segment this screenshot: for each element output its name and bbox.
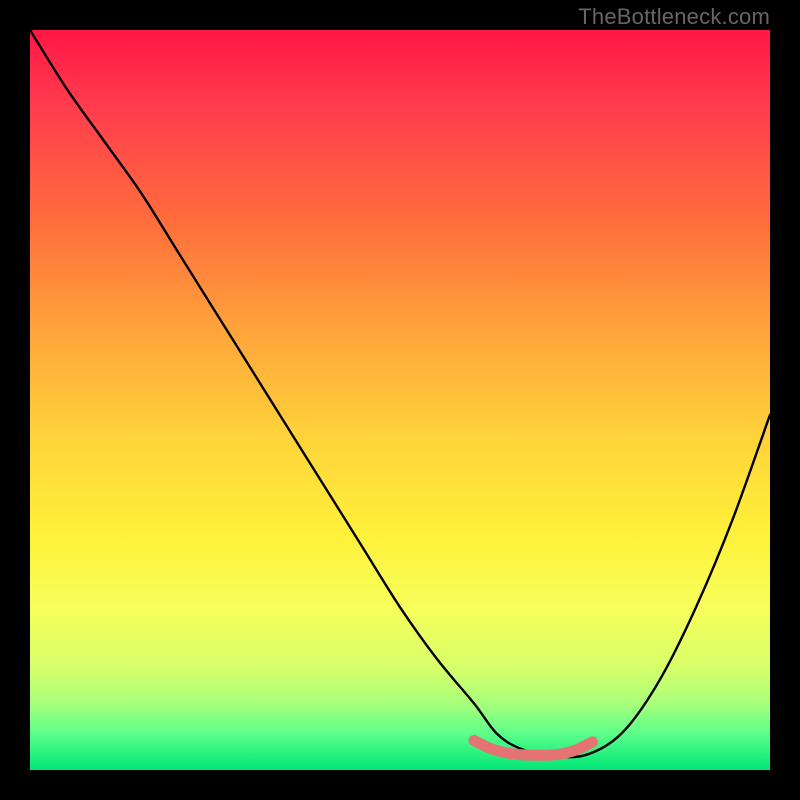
watermark-text: TheBottleneck.com — [578, 4, 770, 30]
optimal-range-path — [474, 740, 592, 755]
chart-canvas: TheBottleneck.com — [0, 0, 800, 800]
bottleneck-curve-path — [30, 30, 770, 757]
chart-overlay — [30, 30, 770, 770]
